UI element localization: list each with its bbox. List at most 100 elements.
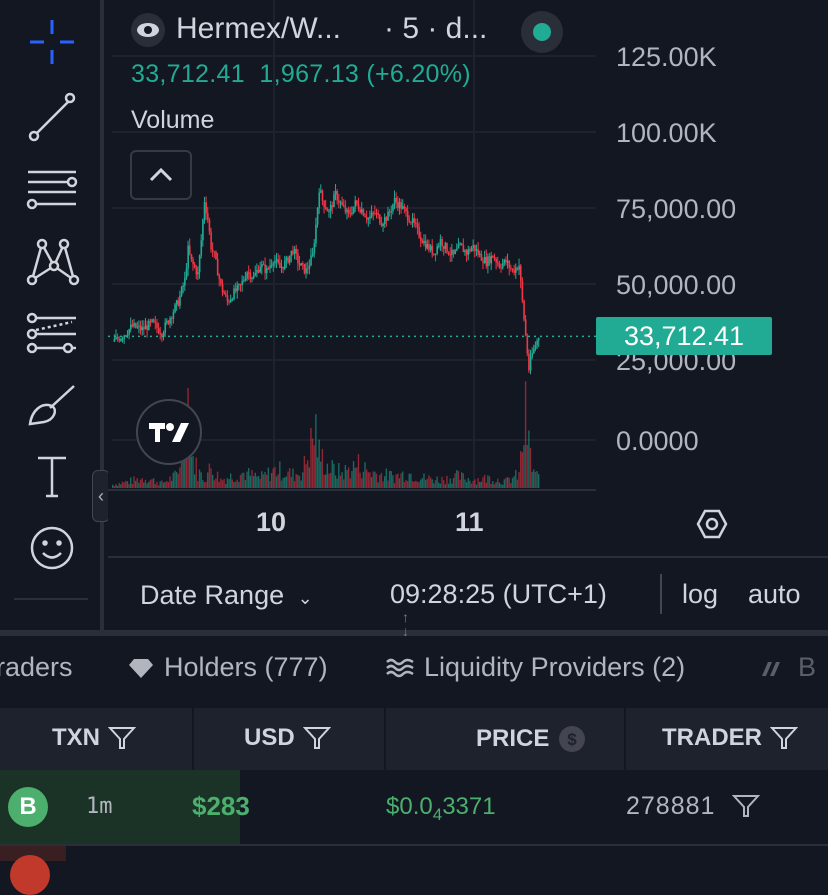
candle-body	[152, 319, 155, 323]
column-price[interactable]: PRICE $	[476, 724, 587, 754]
volume-bar	[482, 477, 484, 488]
chart-settings-icon[interactable]	[696, 508, 728, 545]
candle-body	[185, 268, 188, 278]
volume-bar	[454, 473, 456, 488]
volume-bar	[143, 482, 145, 488]
toolbar-divider	[14, 598, 88, 600]
volume-bar	[475, 484, 478, 488]
volume-bar	[152, 478, 155, 488]
filter-icon[interactable]	[731, 794, 761, 823]
tradingview-logo[interactable]	[136, 399, 202, 465]
candle-body	[439, 239, 442, 246]
candle-body	[184, 277, 186, 286]
filter-icon[interactable]	[108, 726, 136, 750]
volume-bar	[347, 467, 350, 488]
candle-body	[349, 213, 352, 215]
dollar-circle-icon[interactable]: $	[557, 724, 587, 754]
candle-body	[452, 249, 455, 254]
crosshair-icon[interactable]	[22, 12, 82, 72]
volume-bar	[290, 476, 292, 488]
volume-bar	[252, 476, 255, 488]
volume-bar	[420, 479, 422, 488]
tab-liquidity-providers[interactable]: Liquidity Providers (2)	[386, 652, 685, 683]
volume-bar	[221, 480, 224, 488]
candle-body	[270, 265, 273, 267]
column-usd[interactable]: USD	[244, 724, 331, 752]
volume-bar	[405, 480, 407, 488]
volume-bar	[433, 483, 435, 488]
candle-body	[262, 264, 265, 266]
fib-retracement-icon[interactable]	[22, 158, 82, 218]
candle-body	[156, 323, 158, 329]
candle-body	[195, 267, 198, 275]
candle-body	[228, 301, 230, 303]
emoji-icon[interactable]	[22, 518, 82, 578]
candle-body	[354, 200, 357, 207]
candle-body	[447, 252, 450, 255]
candle-body	[446, 242, 448, 253]
volume-bar	[441, 476, 443, 488]
trend-line-icon[interactable]	[22, 86, 82, 146]
symbol-title[interactable]: Hermex/W...	[176, 12, 341, 46]
volume-bar	[151, 479, 153, 488]
y-axis-label: 100.00K	[616, 118, 717, 148]
candle-body	[410, 222, 412, 224]
pattern-icon[interactable]	[22, 230, 82, 290]
volume-bar	[361, 478, 363, 488]
tab-holders[interactable]: Holders (777)	[128, 652, 328, 683]
candle-body	[415, 222, 417, 225]
volume-bar	[161, 480, 163, 488]
volume-bar	[228, 479, 230, 488]
filter-icon[interactable]	[302, 726, 331, 750]
txn-trader[interactable]: 278881	[626, 792, 715, 821]
candle-body	[488, 256, 491, 264]
volume-bar	[357, 454, 360, 488]
filter-icon[interactable]	[770, 726, 798, 750]
price-change: 1,967.13 (+6.20%)	[259, 60, 471, 88]
column-txn[interactable]: TXN	[52, 724, 136, 752]
volume-bar	[288, 468, 291, 488]
volume-bar	[272, 468, 274, 488]
candle-body	[495, 259, 497, 263]
candle-body	[189, 245, 191, 255]
timezone-clock[interactable]: 09:28:25 (UTC+1)	[390, 579, 607, 610]
price-change-line: 33,712.41 1,967.13 (+6.20%)	[131, 60, 471, 89]
candle-body	[149, 320, 152, 322]
candle-body	[287, 257, 289, 263]
volume-bar	[121, 481, 124, 488]
candle-body	[534, 345, 537, 349]
brush-icon[interactable]	[22, 374, 82, 434]
volume-bar	[211, 474, 214, 488]
candle-body	[467, 249, 470, 255]
column-label: TRADER	[662, 724, 762, 751]
candle-body	[192, 259, 194, 265]
log-scale-toggle[interactable]: log	[682, 579, 718, 610]
volume-bar	[148, 481, 150, 488]
y-axis-label: 75,000.00	[616, 194, 737, 224]
volume-bar	[518, 472, 520, 488]
candle-body	[482, 260, 484, 264]
column-trader[interactable]: TRADER	[662, 724, 798, 752]
auto-scale-toggle[interactable]: auto	[748, 579, 801, 610]
bars-icon	[762, 661, 780, 676]
table-row[interactable]	[0, 844, 828, 861]
collapse-legend-button[interactable]	[130, 150, 192, 200]
resize-arrows-icon[interactable]: ↑ ↓	[402, 610, 409, 638]
tab-more[interactable]: B	[760, 652, 816, 683]
interval-label[interactable]: · 5 · d...	[384, 12, 487, 46]
volume-bar	[261, 471, 263, 488]
candle-body	[244, 278, 247, 281]
candle-body	[500, 267, 502, 269]
volume-bar	[118, 482, 120, 488]
prediction-icon[interactable]	[22, 302, 82, 362]
text-icon[interactable]	[22, 446, 82, 506]
date-range-dropdown[interactable]: Date Range ⌄	[140, 580, 313, 611]
column-label: USD	[244, 724, 295, 751]
candle-body	[272, 263, 275, 266]
volume-bar	[128, 483, 130, 488]
volume-bar	[426, 478, 428, 488]
candle-body	[388, 211, 391, 213]
volume-bar	[423, 473, 425, 488]
tab-traders[interactable]: raders	[0, 652, 73, 683]
volume-bar	[390, 471, 392, 488]
